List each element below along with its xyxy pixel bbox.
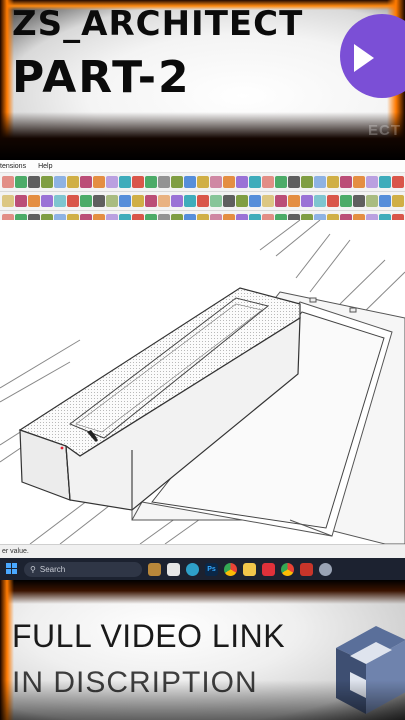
settings-icon[interactable] (319, 562, 332, 576)
toolbar-tool-icon[interactable] (67, 195, 79, 207)
photoshop-icon[interactable]: Ps (205, 562, 218, 576)
toolbar-tool-icon[interactable] (392, 176, 404, 188)
toolbar-tool-icon[interactable] (158, 195, 170, 207)
toolbar-tool-icon[interactable] (314, 195, 326, 207)
toolbar-tool-icon[interactable] (366, 176, 378, 188)
toolbar-tool-icon[interactable] (223, 176, 235, 188)
toolbar-tool-icon[interactable] (54, 176, 66, 188)
toolbar-tool-icon[interactable] (210, 176, 222, 188)
toolbar-tool-icon[interactable] (171, 176, 183, 188)
toolbar-tool-icon[interactable] (366, 195, 378, 207)
toolbar-tool-icon[interactable] (262, 176, 274, 188)
toolbar-tool-icon[interactable] (197, 176, 209, 188)
toolbar-tool-icon[interactable] (249, 195, 261, 207)
menu-extensions[interactable]: tensions (0, 163, 26, 170)
toolbar-tool-icon[interactable] (327, 195, 339, 207)
toolbar-tool-icon[interactable] (93, 195, 105, 207)
toolbar-tool-icon[interactable] (132, 195, 144, 207)
banner-shadow (0, 680, 405, 720)
toolbar-tool-icon[interactable] (41, 195, 53, 207)
toolbar-tool-icon[interactable] (353, 176, 365, 188)
toolbar-tool-icon[interactable] (119, 176, 131, 188)
banner-shadow (0, 112, 405, 160)
toolbar-tool-icon[interactable] (106, 176, 118, 188)
toolbar-tool-icon[interactable] (184, 195, 196, 207)
toolbar-tool-icon[interactable] (262, 195, 274, 207)
bottom-banner: FULL VIDEO LINK IN DISCRIPTION (0, 580, 405, 720)
toolbar-tool-icon[interactable] (275, 176, 287, 188)
toolbar-tool-icon[interactable] (80, 176, 92, 188)
toolbar-tool-icon[interactable] (340, 195, 352, 207)
taskbar-search[interactable]: ⚲ Search (24, 561, 142, 577)
toolbar-tool-icon[interactable] (132, 176, 144, 188)
status-bar: er value. (0, 544, 405, 558)
inference-point (60, 446, 64, 450)
model-drawing (0, 220, 405, 544)
toolbar-row-2 (0, 192, 405, 211)
model-viewport[interactable] (0, 220, 405, 544)
toolbar-row-1 (0, 173, 405, 192)
toolbar-tool-icon[interactable] (119, 195, 131, 207)
windows-start-icon[interactable] (6, 563, 18, 575)
windows-taskbar: ⚲ Search Ps (0, 558, 405, 580)
chrome-2-icon[interactable] (281, 562, 294, 576)
toolbar-tool-icon[interactable] (41, 176, 53, 188)
toolbar-tool-icon[interactable] (28, 176, 40, 188)
toolbar-tool-icon[interactable] (2, 176, 14, 188)
toolbar-tool-icon[interactable] (327, 176, 339, 188)
toolbar-tool-icon[interactable] (106, 195, 118, 207)
menu-help[interactable]: Help (38, 163, 52, 170)
toolbar-tool-icon[interactable] (353, 195, 365, 207)
toolbar-tool-icon[interactable] (288, 195, 300, 207)
toolbar-tool-icon[interactable] (93, 176, 105, 188)
edge-icon[interactable] (186, 562, 199, 576)
play-logo-icon (340, 14, 405, 98)
toolbar-tool-icon[interactable] (236, 195, 248, 207)
toolbar-tool-icon[interactable] (145, 176, 157, 188)
search-placeholder: Search (39, 564, 66, 574)
sketchup-window: tensions Help er value. (0, 160, 405, 558)
toolbar-tool-icon[interactable] (223, 195, 235, 207)
toolbar-tool-icon[interactable] (184, 176, 196, 188)
toolbar-tool-icon[interactable] (249, 176, 261, 188)
toolbar-tool-icon[interactable] (379, 176, 391, 188)
fire-edge-top (0, 580, 405, 604)
video-link-text: FULL VIDEO LINK (12, 618, 286, 654)
toolbar-tool-icon[interactable] (67, 176, 79, 188)
toolbar-tool-icon[interactable] (288, 176, 300, 188)
toolbar-tool-icon[interactable] (340, 176, 352, 188)
part-title: PART-2 (12, 52, 191, 103)
ghost-text: ECT (368, 122, 401, 139)
channel-title: ZS_ARCHITECT (12, 4, 304, 44)
sketchup-icon[interactable] (300, 562, 313, 576)
toolbar-tool-icon[interactable] (15, 195, 27, 207)
autocad-icon[interactable] (262, 562, 275, 576)
toolbar-tool-icon[interactable] (210, 195, 222, 207)
toolbar-tool-icon[interactable] (171, 195, 183, 207)
toolbar-tool-icon[interactable] (379, 195, 391, 207)
toolbar-tool-icon[interactable] (80, 195, 92, 207)
toolbar-tool-icon[interactable] (314, 176, 326, 188)
toolbar-tool-icon[interactable] (392, 195, 404, 207)
toolbar-tool-icon[interactable] (301, 195, 313, 207)
chrome-icon[interactable] (224, 562, 237, 576)
menu-bar: tensions Help (0, 160, 405, 173)
toolbar-tool-icon[interactable] (145, 195, 157, 207)
toolbar-tool-icon[interactable] (28, 195, 40, 207)
toolbar-tool-icon[interactable] (2, 195, 14, 207)
toolbar-tool-icon[interactable] (301, 176, 313, 188)
search-icon: ⚲ (30, 564, 36, 574)
top-banner: ZS_ARCHITECT PART-2 ECT (0, 0, 405, 160)
toolbar-tool-icon[interactable] (54, 195, 66, 207)
toolbar-tool-icon[interactable] (236, 176, 248, 188)
folder-icon[interactable] (243, 562, 256, 576)
dragon-icon[interactable] (148, 562, 161, 576)
toolbar-tool-icon[interactable] (158, 176, 170, 188)
toolbar-tool-icon[interactable] (15, 176, 27, 188)
toolbar-tool-icon[interactable] (197, 195, 209, 207)
toolbar-tool-icon[interactable] (275, 195, 287, 207)
window-icon[interactable] (167, 562, 180, 576)
